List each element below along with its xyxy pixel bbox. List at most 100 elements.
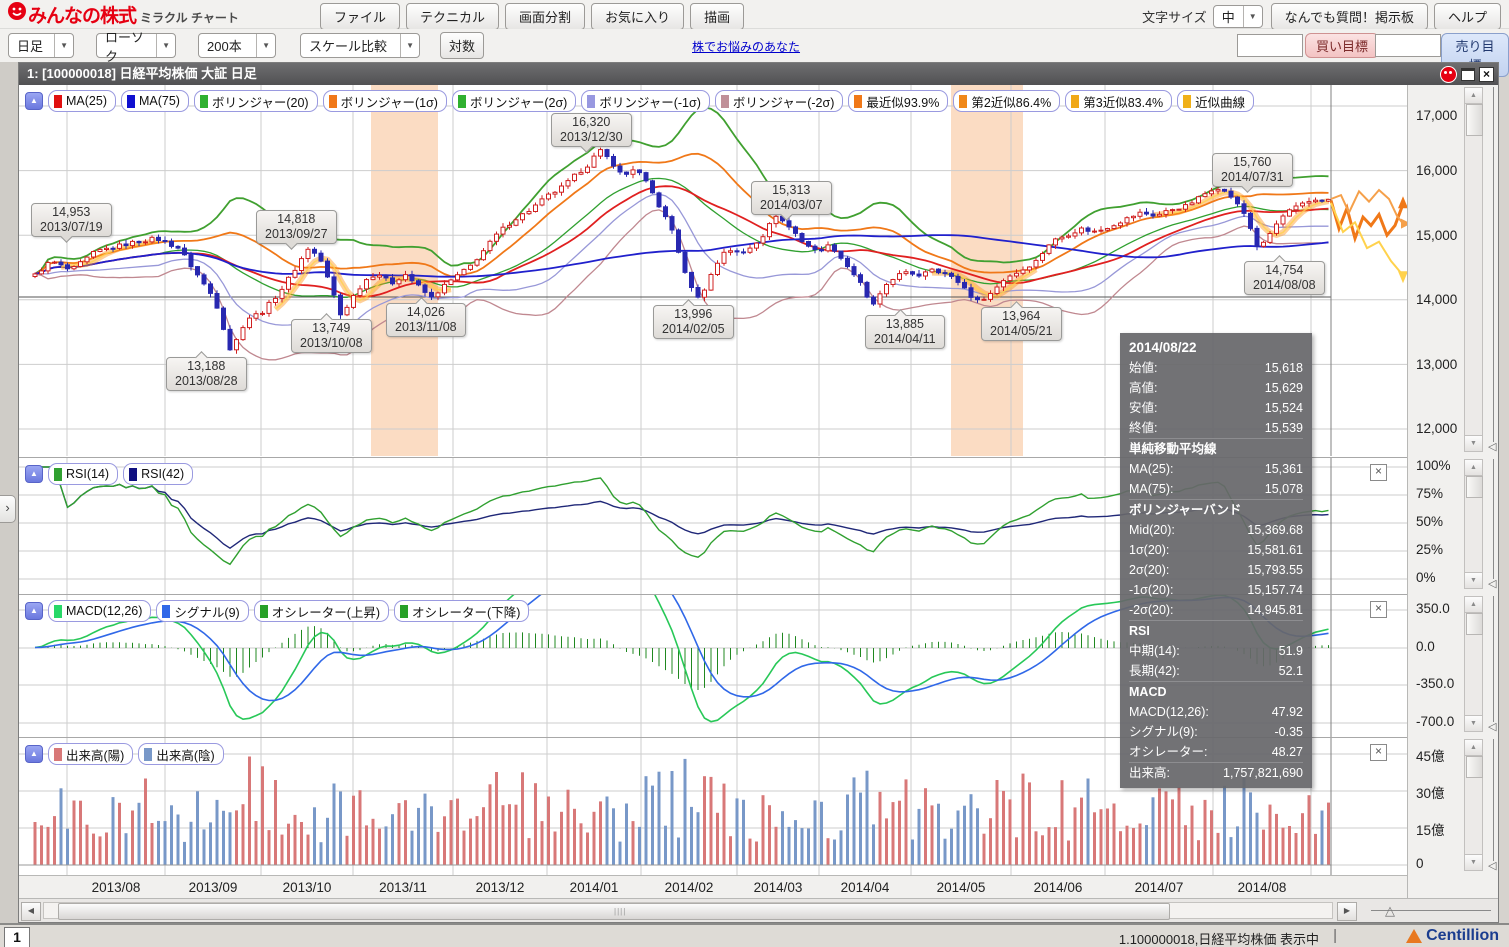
buy-target-input[interactable] xyxy=(1237,34,1303,57)
pane-resize-icon[interactable]: ◁ xyxy=(1488,440,1496,453)
volume-axis-tick: 45億 xyxy=(1416,745,1445,765)
scrollbar-thumb[interactable] xyxy=(1466,104,1483,136)
buy-target-button[interactable]: 買い目標 xyxy=(1305,33,1379,58)
chevron-down-icon[interactable]: ▼ xyxy=(1243,6,1262,27)
indicator-chip[interactable]: ボリンジャー(-1σ) xyxy=(581,90,710,112)
legend-color-icon xyxy=(1183,95,1191,108)
tooltip-row: 2σ(20):15,793.55 xyxy=(1129,560,1303,580)
scrollbar-thumb[interactable] xyxy=(1466,756,1483,778)
close-volume-panel-button[interactable]: × xyxy=(1370,744,1387,761)
scrollbar-thumb[interactable] xyxy=(1466,613,1483,635)
scroll-up-icon[interactable]: ▲ xyxy=(1465,88,1482,104)
technical-button[interactable]: テクニカル xyxy=(406,3,499,30)
tooltip-row: 安値:15,524 xyxy=(1129,398,1303,418)
sell-target-input[interactable] xyxy=(1375,34,1441,57)
indicator-chip[interactable]: 最近似93.9% xyxy=(848,90,948,112)
x-axis-label: 2013/10 xyxy=(283,880,332,895)
indicator-chip[interactable]: 第2近似86.4% xyxy=(953,90,1060,112)
legend-color-icon xyxy=(721,95,729,108)
scale-compare-select[interactable]: スケール比較 ▼ xyxy=(300,33,420,58)
file-button[interactable]: ファイル xyxy=(320,3,400,30)
scroll-up-icon[interactable]: ▲ xyxy=(1465,460,1482,476)
volume-chip[interactable]: 出来高(陰) xyxy=(138,743,223,765)
toolbar-right-group: 文字サイズ 中 ▼ なんでも質問！掲示板 ヘルプ xyxy=(1142,3,1501,30)
collapse-panel-button[interactable]: ▲ xyxy=(25,465,43,483)
minkabu-face-icon[interactable] xyxy=(1440,66,1457,83)
rsi-chip[interactable]: RSI(14) xyxy=(48,463,118,485)
panel-expander-button[interactable]: › xyxy=(0,495,16,523)
scroll-left-button[interactable]: ◀ xyxy=(21,902,41,921)
bar-count-select[interactable]: 200本 ▼ xyxy=(198,33,276,58)
favorites-button[interactable]: お気に入り xyxy=(591,3,684,30)
collapse-panel-button[interactable]: ▲ xyxy=(25,745,43,763)
tooltip-row: 中期(14):51.9 xyxy=(1129,641,1303,661)
rsi-axis-tick: 100% xyxy=(1416,458,1451,473)
pane-resize-icon[interactable]: ◁ xyxy=(1488,859,1496,872)
close-rsi-panel-button[interactable]: × xyxy=(1370,464,1387,481)
price-axis-scrollbar[interactable]: ▲ ▼ xyxy=(1464,87,1483,452)
price-annotation: 14,0262013/11/08 xyxy=(386,303,466,337)
macd-chip[interactable]: シグナル(9) xyxy=(156,600,248,622)
chart-window-titlebar[interactable]: 1: [100000018] 日経平均株価 大証 日足 × xyxy=(19,63,1498,85)
chevron-down-icon[interactable]: ▼ xyxy=(54,34,73,57)
macd-axis-scrollbar[interactable]: ▲ ▼ xyxy=(1464,596,1483,732)
macd-axis-tick: 0.0 xyxy=(1416,639,1435,654)
indicator-chip[interactable]: MA(25) xyxy=(48,90,116,112)
indicator-chip[interactable]: MA(75) xyxy=(121,90,189,112)
legend-color-icon xyxy=(54,748,62,761)
scroll-down-icon[interactable]: ▼ xyxy=(1465,435,1482,451)
scroll-down-icon[interactable]: ▼ xyxy=(1465,854,1482,870)
tooltip-section-header: MACD xyxy=(1129,682,1303,702)
restore-window-icon[interactable] xyxy=(1461,68,1475,81)
chart-window-title: 1: [100000018] 日経平均株価 大証 日足 xyxy=(27,66,257,81)
help-button[interactable]: ヘルプ xyxy=(1434,3,1501,30)
volume-axis-tick: 30億 xyxy=(1416,782,1445,802)
rsi-chip[interactable]: RSI(42) xyxy=(123,463,193,485)
macd-chip[interactable]: オシレーター(下降) xyxy=(394,600,529,622)
font-size-select[interactable]: 中 ▼ xyxy=(1213,5,1263,28)
pane-resize-icon[interactable]: ◁ xyxy=(1488,577,1496,590)
chart-window: 1: [100000018] 日経平均株価 大証 日足 × ▲ MA(25)MA(… xyxy=(18,62,1499,923)
collapse-panel-button[interactable]: ▲ xyxy=(25,92,43,110)
volume-axis-scrollbar[interactable]: ▲ ▼ xyxy=(1464,739,1483,871)
period-select[interactable]: 日足 ▼ xyxy=(8,33,74,58)
indicator-chip[interactable]: 近似曲線 xyxy=(1177,90,1254,112)
chart-tab-1[interactable]: 1 xyxy=(4,927,30,947)
scroll-up-icon[interactable]: ▲ xyxy=(1465,597,1482,613)
stock-advice-link[interactable]: 株でお悩みのあなた xyxy=(692,38,800,55)
indicator-chip[interactable]: ボリンジャー(20) xyxy=(194,90,318,112)
close-window-icon[interactable]: × xyxy=(1479,67,1494,82)
indicator-chip[interactable]: ボリンジャー(1σ) xyxy=(323,90,447,112)
horizontal-scrollbar[interactable]: ◀ |||| ▶ △ xyxy=(19,898,1499,922)
right-axis-rail: 17,00016,00015,00014,00013,00012,000 ▲ ▼… xyxy=(1407,85,1499,898)
rsi-axis-tick: 75% xyxy=(1416,486,1443,501)
close-macd-panel-button[interactable]: × xyxy=(1370,601,1387,618)
volume-chip[interactable]: 出来高(陽) xyxy=(48,743,133,765)
zoom-slider-handle[interactable]: △ xyxy=(1385,903,1395,919)
scrollbar-thumb[interactable] xyxy=(1466,476,1483,498)
scroll-down-icon[interactable]: ▼ xyxy=(1465,715,1482,731)
collapse-panel-button[interactable]: ▲ xyxy=(25,602,43,620)
pane-resize-icon[interactable]: ◁ xyxy=(1488,720,1496,733)
scrollbar-thumb[interactable]: |||| xyxy=(58,903,1170,920)
chevron-down-icon[interactable]: ▼ xyxy=(400,34,419,57)
split-screen-button[interactable]: 画面分割 xyxy=(505,3,585,30)
centillion-triangle-icon xyxy=(1406,929,1422,943)
scroll-down-icon[interactable]: ▼ xyxy=(1465,572,1482,588)
scrollbar-track[interactable]: |||| xyxy=(43,902,1333,919)
qa-board-button[interactable]: なんでも質問！掲示板 xyxy=(1271,3,1428,30)
indicator-chip[interactable]: ボリンジャー(2σ) xyxy=(452,90,576,112)
indicator-chip[interactable]: 第3近似83.4% xyxy=(1065,90,1172,112)
chevron-down-icon[interactable]: ▼ xyxy=(256,34,275,57)
rsi-axis-scrollbar[interactable]: ▲ ▼ xyxy=(1464,459,1483,589)
scroll-right-button[interactable]: ▶ xyxy=(1337,902,1357,921)
scroll-up-icon[interactable]: ▲ xyxy=(1465,740,1482,756)
chevron-down-icon[interactable]: ▼ xyxy=(156,34,175,57)
log-scale-button[interactable]: 対数 xyxy=(440,32,484,59)
x-axis-label: 2013/08 xyxy=(92,880,141,895)
chart-type-select[interactable]: ローソク ▼ xyxy=(96,33,176,58)
draw-button[interactable]: 描画 xyxy=(690,3,744,30)
macd-chip[interactable]: オシレーター(上昇) xyxy=(254,600,389,622)
macd-chip[interactable]: MACD(12,26) xyxy=(48,600,151,622)
indicator-chip[interactable]: ボリンジャー(-2σ) xyxy=(715,90,844,112)
